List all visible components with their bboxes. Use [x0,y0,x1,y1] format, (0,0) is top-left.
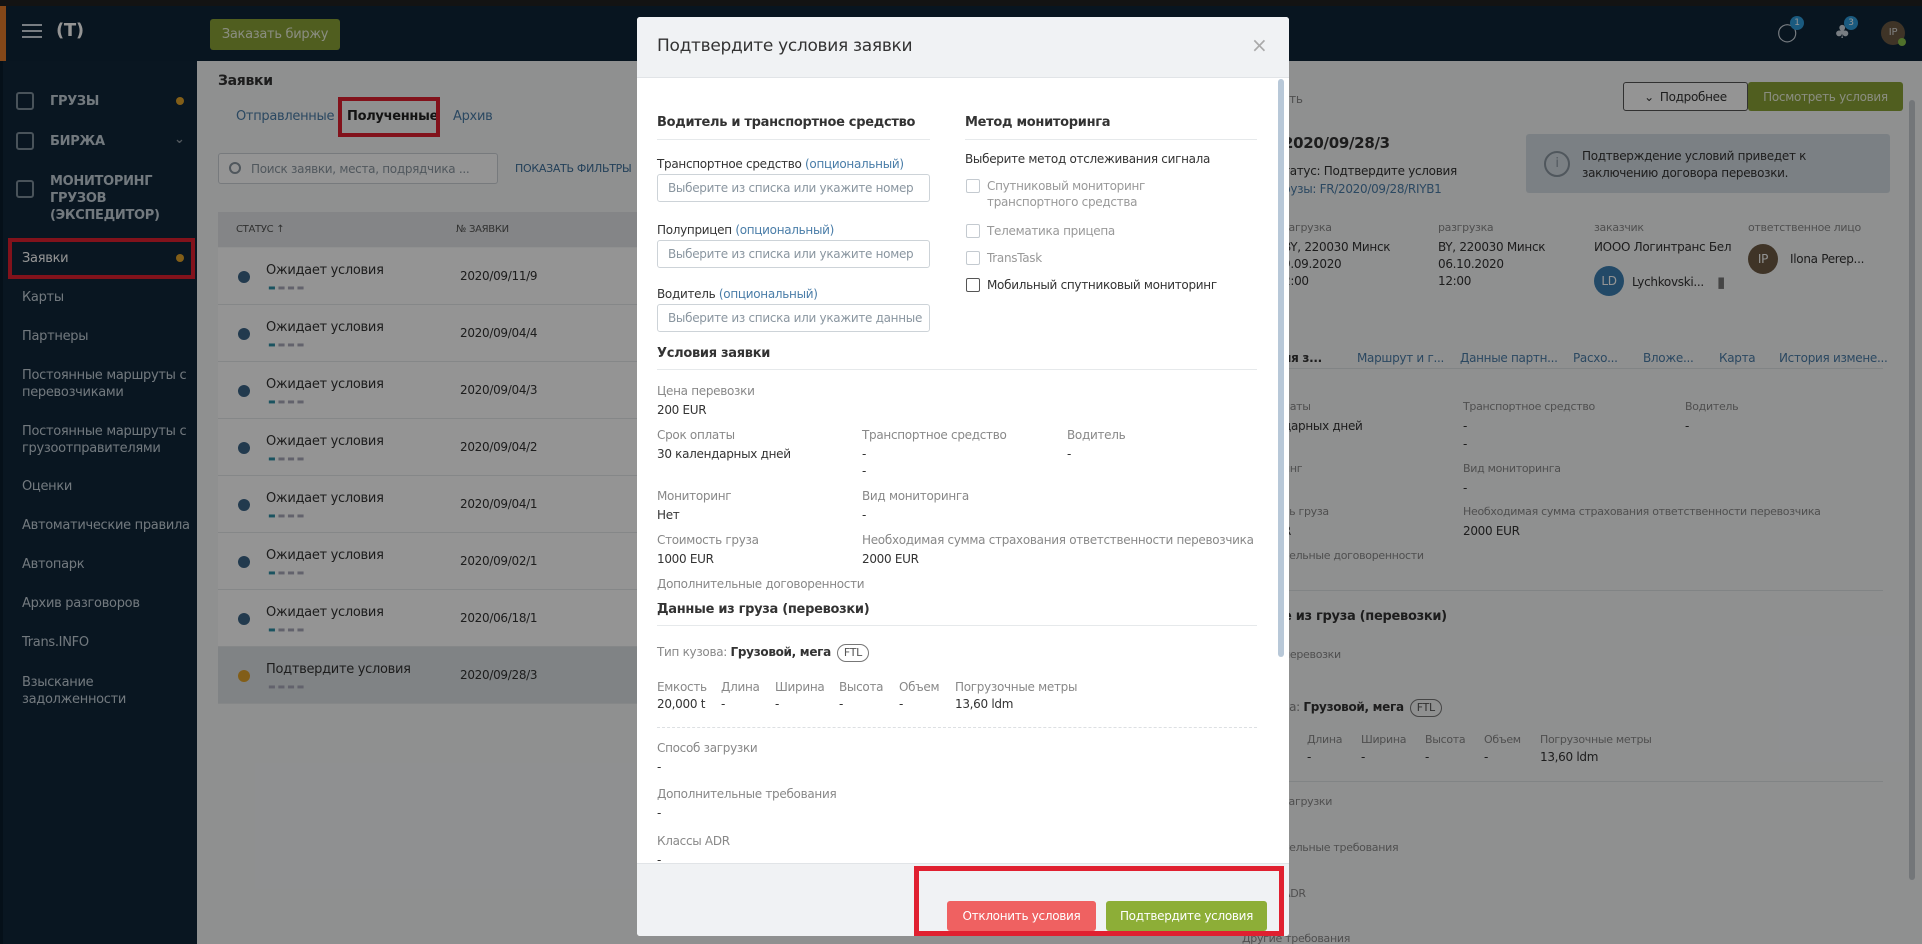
confirm-conditions-modal: Подтвердите условия заявки × Водитель и … [637,17,1289,936]
optional-tag: (опциональный) [735,223,835,237]
height-label: Высота [839,680,884,694]
body-type-value: Грузовой, мега [730,645,832,659]
loading-method-label: Способ загрузки [657,741,758,755]
adr-classes-label: Классы ADR [657,834,730,848]
modal-title: Подтвердите условия заявки [657,36,913,56]
price-value: 200 EUR [657,403,707,417]
length-value: - [721,697,726,711]
vehicle-label-text: Транспортное средство [657,157,802,171]
monitoring-type-label: Вид мониторинга [862,489,969,503]
cargo-data-section-title: Данные из груза (перевозки) [657,602,870,617]
body-type-label: Тип кузова: [657,645,731,659]
extra-requirements-value: - [657,806,662,820]
monitoring-section-title: Метод мониторинга [965,115,1111,130]
modal-scrollbar[interactable] [1278,79,1284,657]
width-value: - [775,697,780,711]
driver-input[interactable]: Выберите из списка или укажите данные во… [657,304,930,332]
payment-value: 30 календарных дней [657,447,791,461]
volume-label: Объем [899,680,940,694]
optional-tag: (опциональный) [718,287,818,301]
checkbox-transtask-label: TransTask [987,251,1042,265]
checkbox-mobile-satellite[interactable] [966,278,980,292]
monitoring-hint: Выберите метод отслеживания сигнала [965,152,1211,166]
insurance-label: Необходимая сумма страхования ответствен… [862,533,1254,547]
trailer-placeholder: Выберите из списка или укажите номер [668,247,914,261]
capacity-value: 20,000 t [657,697,706,711]
insurance-value: 2000 EUR [862,552,919,566]
optional-tag: (опциональный) [805,157,904,171]
vehicle-section-title: Водитель и транспортное средство [657,115,916,130]
trailer-input[interactable]: Выберите из списка или укажите номер [657,240,930,268]
modal-body: Водитель и транспортное средство Транспо… [637,78,1289,863]
height-value: - [839,697,844,711]
monitoring-type-value: - [862,508,867,522]
driver2-value: - [1067,447,1072,461]
width-label: Ширина [775,680,825,694]
extra-requirements-label: Дополнительные требования [657,787,837,801]
body-type: Тип кузова: Грузовой, мега FTL [657,644,870,662]
driver-placeholder: Выберите из списка или укажите данные во… [668,311,923,325]
trailer-label: Полуприцеп (опциональный) [657,223,834,237]
trailer-label-text: Полуприцеп [657,223,732,237]
dashed-divider [657,727,1257,728]
checkbox-transtask[interactable] [966,251,980,265]
checkbox-trailer-telematics[interactable] [966,224,980,238]
checkbox-satellite-label: Спутниковый мониторинг транспортного сре… [987,179,1146,209]
adr-classes-value: - [657,853,662,863]
section-divider [657,625,1257,626]
highlight-frame [914,866,1284,936]
driver2-label: Водитель [1067,428,1126,442]
close-icon[interactable]: × [1251,33,1268,57]
vehicle-input[interactable]: Выберите из списка или укажите номер [657,174,930,202]
cargo-cost-value: 1000 EUR [657,552,714,566]
section-divider [657,139,930,140]
loading-meters-label: Погрузочные метры [955,680,1078,694]
monitoring-label: Мониторинг [657,489,732,503]
checkbox-trailer-telematics-label: Телематика прицепа [987,224,1115,238]
capacity-label: Емкость [657,680,707,694]
monitoring-value: Нет [657,508,680,522]
section-divider [657,369,1257,370]
agreements-label: Дополнительные договоренности [657,577,865,591]
driver-label-text: Водитель [657,287,716,301]
ftl-badge: FTL [836,644,870,662]
conditions-section-title: Условия заявки [657,346,771,361]
loading-method-value: - [657,760,662,774]
vehicle2-value-2: - [862,464,867,478]
driver-label: Водитель (опциональный) [657,287,818,301]
vehicle2-value: - [862,447,867,461]
payment-label: Срок оплаты [657,428,735,442]
length-label: Длина [721,680,760,694]
vehicle-placeholder: Выберите из списка или укажите номер [668,181,914,195]
loading-meters-value: 13,60 ldm [955,697,1014,711]
checkbox-satellite[interactable] [966,179,980,193]
vehicle-label: Транспортное средство (опциональный) [657,157,904,171]
cargo-cost-label: Стоимость груза [657,533,759,547]
checkbox-mobile-satellite-label: Мобильный спутниковый мониторинг [987,278,1217,292]
volume-value: - [899,697,904,711]
section-divider [965,139,1257,140]
price-label: Цена перевозки [657,384,755,398]
vehicle2-label: Транспортное средство [862,428,1007,442]
modal-header: Подтвердите условия заявки × [637,17,1289,78]
